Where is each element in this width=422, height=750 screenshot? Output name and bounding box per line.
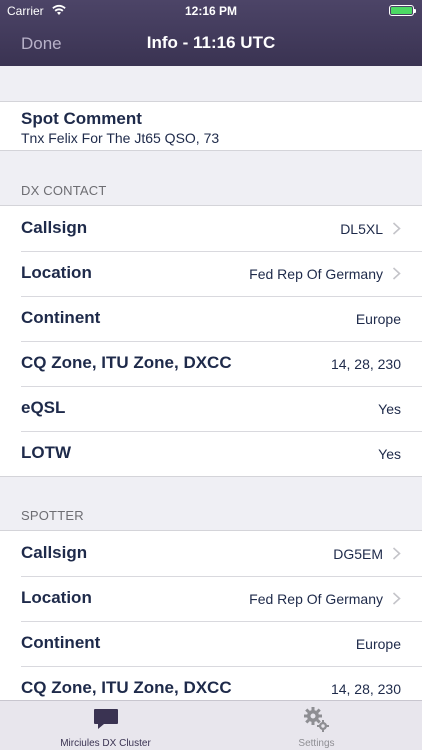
- row-value: 14, 28, 230: [330, 681, 401, 697]
- row-label: CQ Zone, ITU Zone, DXCC: [21, 353, 232, 372]
- row-value: Europe: [355, 636, 401, 652]
- chevron-right-icon: [392, 222, 401, 235]
- row-label: LOTW: [21, 443, 72, 462]
- row-label: Callsign: [21, 218, 88, 237]
- row-label: CQ Zone, ITU Zone, DXCC: [21, 678, 232, 697]
- row-label: Location: [21, 263, 92, 282]
- gears-icon: [304, 707, 329, 732]
- chat-bubble-icon: [94, 709, 118, 729]
- dx-callsign-row[interactable]: Callsign DL5XL: [0, 206, 422, 251]
- tab-bar: Mirciules DX Cluster Settings: [0, 700, 422, 750]
- row-label: Continent: [21, 308, 101, 327]
- dx-zones-row: CQ Zone, ITU Zone, DXCC 14, 28, 230: [0, 341, 422, 386]
- chevron-right-icon: [392, 547, 401, 560]
- spot-comment-title: Spot Comment: [21, 109, 142, 128]
- navigation-bar: Done Info - 11:16 UTC: [0, 22, 422, 66]
- spot-comment-cell: Spot Comment Tnx Felix For The Jt65 QSO,…: [0, 101, 422, 151]
- spotter-section: Callsign DG5EM Location Fed Rep Of Germa…: [0, 530, 422, 700]
- row-value: Yes: [378, 401, 401, 417]
- row-value: 14, 28, 230: [330, 356, 401, 372]
- tab-dx-cluster[interactable]: Mirciules DX Cluster: [0, 701, 211, 750]
- spotter-header: SPOTTER: [21, 508, 84, 523]
- dx-eqsl-row: eQSL Yes: [0, 386, 422, 431]
- tab-label: Mirciules DX Cluster: [60, 738, 151, 749]
- row-value: DG5EM: [333, 546, 383, 562]
- status-time: 12:16 PM: [184, 4, 238, 18]
- row-label: Callsign: [21, 543, 88, 562]
- row-label: Location: [21, 588, 92, 607]
- info-table[interactable]: Spot Comment Tnx Felix For The Jt65 QSO,…: [0, 66, 422, 700]
- row-label: Continent: [21, 633, 101, 652]
- battery-fill: [391, 7, 412, 14]
- row-label: eQSL: [21, 398, 66, 417]
- row-value: Yes: [378, 446, 401, 462]
- spotter-zones-row: CQ Zone, ITU Zone, DXCC 14, 28, 230: [0, 666, 422, 700]
- top-bar: Carrier 12:16 PM Done Info - 11:16 UTC: [0, 0, 422, 66]
- dx-contact-header: DX CONTACT: [21, 183, 107, 198]
- tab-label: Settings: [298, 738, 335, 749]
- dx-location-row[interactable]: Location Fed Rep Of Germany: [0, 251, 422, 296]
- spotter-location-row[interactable]: Location Fed Rep Of Germany: [0, 576, 422, 621]
- row-value: Fed Rep Of Germany: [249, 591, 383, 607]
- page-title: Info - 11:16 UTC: [146, 33, 276, 52]
- battery-icon: [389, 5, 416, 16]
- dx-continent-row: Continent Europe: [0, 296, 422, 341]
- chevron-right-icon: [392, 267, 401, 280]
- row-value: Fed Rep Of Germany: [249, 266, 383, 282]
- spot-comment-text: Tnx Felix For The Jt65 QSO, 73: [21, 130, 220, 146]
- spotter-continent-row: Continent Europe: [0, 621, 422, 666]
- dx-lotw-row: LOTW Yes: [0, 431, 422, 476]
- spotter-callsign-row[interactable]: Callsign DG5EM: [0, 531, 422, 576]
- row-value: DL5XL: [340, 221, 383, 237]
- status-bar: Carrier 12:16 PM: [0, 0, 422, 22]
- dx-contact-section: Callsign DL5XL Location Fed Rep Of Germa…: [0, 205, 422, 477]
- chevron-right-icon: [392, 592, 401, 605]
- row-value: Europe: [355, 311, 401, 327]
- tab-settings[interactable]: Settings: [211, 701, 422, 750]
